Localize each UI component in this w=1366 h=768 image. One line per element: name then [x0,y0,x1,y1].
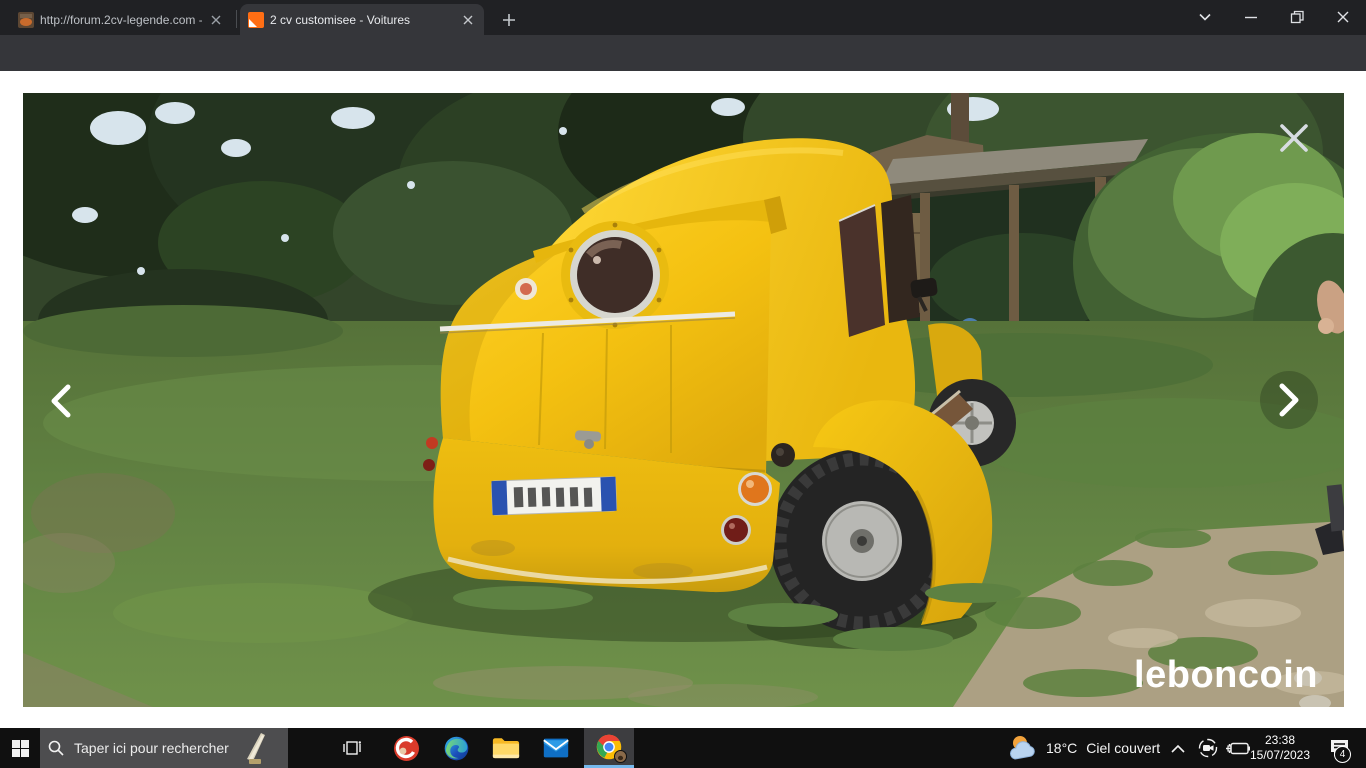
license-plate [491,477,616,515]
chevron-left-icon [50,384,72,418]
tab-separator [236,10,237,28]
minimize-icon [1244,10,1258,24]
tab-close-icon[interactable] [460,12,476,28]
tab-search-button[interactable] [1185,0,1225,34]
chevron-up-icon [1171,744,1185,753]
edge-icon [443,735,470,762]
search-input[interactable] [72,739,241,757]
photo-scene [23,93,1344,707]
gallery-prev-button[interactable] [41,379,81,423]
weather-cloudy-moon-icon [1008,735,1040,761]
tab-strip: http://forum.2cv-legende.com - A 2 cv cu… [0,0,1366,35]
red-app-icon [393,735,420,762]
taskbar-app-mail[interactable] [532,728,580,768]
taskbar-app-chrome-active[interactable] [584,728,634,768]
chevron-right-icon [1278,383,1300,417]
task-view-icon [343,739,361,757]
search-highlight-image [241,731,267,765]
mail-icon [543,737,569,759]
new-tab-button[interactable] [496,7,522,33]
tab-leboncoin[interactable]: 2 cv customisee - Voitures [240,4,484,35]
weather-temperature: 18°C [1046,740,1077,756]
restore-button[interactable] [1277,0,1317,34]
close-icon [1336,10,1350,24]
plus-icon [502,13,516,27]
chevron-down-icon [1198,10,1212,24]
close-window-button[interactable] [1323,0,1363,34]
gallery-next-button[interactable] [1260,371,1318,429]
file-explorer-icon [492,736,520,760]
minimize-button[interactable] [1231,0,1271,34]
page-content: leboncoin [0,71,1366,728]
tray-overflow-button[interactable] [1166,728,1190,768]
notification-count-badge: 4 [1334,746,1351,763]
windows-taskbar: 18°C Ciel couvert 23:38 15/07/2023 [0,728,1366,768]
weather-condition: Ciel couvert [1086,740,1160,756]
listing-photo-2cv: leboncoin [23,93,1344,707]
tab-title: 2 cv customisee - Voitures [270,13,454,27]
screen: http://forum.2cv-legende.com - A 2 cv cu… [0,0,1366,768]
weather-button[interactable] [1002,728,1046,768]
weather-text[interactable]: 18°C Ciel couvert [1046,728,1160,768]
start-button[interactable] [0,728,40,768]
tab-title: http://forum.2cv-legende.com - A [40,13,202,27]
tab-close-icon[interactable] [208,12,224,28]
browser-toolbar: leboncoin.fr/offre/voitures/2379571157 3… [0,35,1366,71]
tab-favicon-leboncoin [248,12,264,28]
tab-forum-2cv[interactable]: http://forum.2cv-legende.com - A [10,4,232,35]
restore-icon [1290,10,1304,24]
windows-logo-icon [12,740,29,757]
task-view-button[interactable] [332,728,372,768]
tab-favicon-photo [18,12,34,28]
chrome-profile-badge [614,750,627,763]
close-icon [1278,122,1310,154]
meet-now-camera-icon [1198,738,1218,758]
clock-time: 23:38 [1265,733,1295,748]
clock-date: 15/07/2023 [1250,748,1310,763]
taskbar-clock[interactable]: 23:38 15/07/2023 [1243,728,1317,768]
taskbar-app-edge[interactable] [432,728,480,768]
gallery-close-button[interactable] [1274,118,1314,158]
taskbar-search[interactable] [40,728,288,768]
leboncoin-watermark: leboncoin [1134,654,1318,697]
taskbar-app-explorer[interactable] [482,728,530,768]
taskbar-app-red[interactable] [382,728,430,768]
meet-now-button[interactable] [1194,728,1222,768]
search-icon [48,740,64,756]
